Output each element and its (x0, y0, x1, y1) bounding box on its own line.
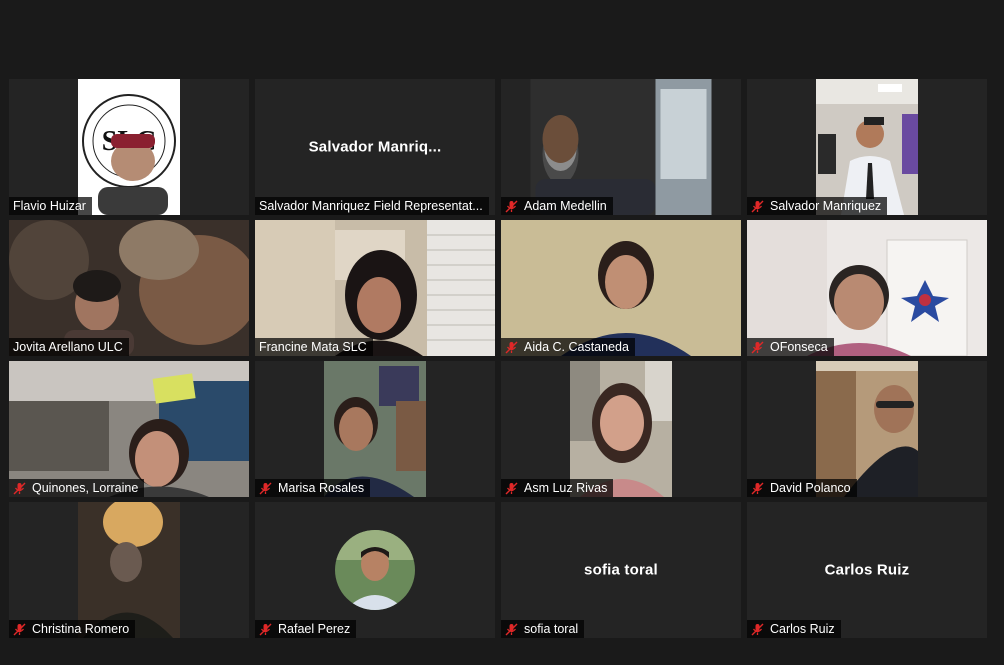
microphone-muted-icon (751, 200, 764, 212)
gallery-grid: SLC Flavio Huizar Salvador Manriq... Sal… (9, 79, 987, 638)
participant-tile[interactable]: Francine Mata SLC (255, 220, 495, 356)
participant-center-label: Carlos Ruiz (824, 561, 910, 579)
microphone-muted-icon (259, 482, 272, 494)
participant-name-tag: Jovita Arellano ULC (9, 338, 129, 356)
participant-name-tag: Marisa Rosales (255, 479, 371, 497)
microphone-muted-icon (505, 482, 518, 494)
participant-video (747, 220, 987, 356)
participant-name-tag: Salvador Manriquez Field Representat... (255, 197, 489, 215)
participant-name: Jovita Arellano ULC (13, 340, 123, 354)
participant-name: OFonseca (770, 340, 828, 354)
microphone-muted-icon (751, 623, 764, 635)
participant-tile[interactable]: Quinones, Lorraine (9, 361, 249, 497)
participant-name-tag: Christina Romero (9, 620, 136, 638)
microphone-muted-icon (259, 623, 272, 635)
participant-tile[interactable]: David Polanco (747, 361, 987, 497)
participant-name: David Polanco (770, 481, 851, 495)
participant-tile[interactable]: Aida C. Castaneda (501, 220, 741, 356)
microphone-muted-icon (13, 482, 26, 494)
participant-name: Adam Medellin (524, 199, 607, 213)
participant-name-tag: Francine Mata SLC (255, 338, 373, 356)
participant-tile[interactable]: Salvador Manriq... Salvador Manriquez Fi… (255, 79, 495, 215)
participant-tile[interactable]: Carlos Ruiz Carlos Ruiz (747, 502, 987, 638)
participant-center-label: Salvador Manriq... (308, 138, 442, 156)
participant-name: sofia toral (524, 622, 579, 636)
participant-name-tag: David Polanco (747, 479, 857, 497)
microphone-muted-icon (505, 341, 518, 353)
microphone-muted-icon (505, 623, 518, 635)
participant-name: Christina Romero (32, 622, 130, 636)
participant-video (816, 79, 918, 215)
participant-name-tag: Aida C. Castaneda (501, 338, 635, 356)
participant-video (255, 220, 495, 356)
participant-name-tag: Quinones, Lorraine (9, 479, 145, 497)
participant-tile[interactable]: sofia toral sofia toral (501, 502, 741, 638)
participant-name-tag: Carlos Ruiz (747, 620, 841, 638)
participant-tile[interactable]: Adam Medellin (501, 79, 741, 215)
participant-name-tag: OFonseca (747, 338, 834, 356)
avatar (335, 530, 415, 610)
participant-name-tag: Salvador Manriquez (747, 197, 888, 215)
microphone-muted-icon (13, 623, 26, 635)
participant-name: Asm Luz Rivas (524, 481, 608, 495)
participant-name: Salvador Manriquez Field Representat... (259, 199, 483, 213)
participant-video (78, 502, 180, 638)
participant-video: SLC (78, 79, 180, 215)
participant-video (501, 220, 741, 356)
participant-tile[interactable]: Rafael Perez (255, 502, 495, 638)
participant-video (530, 79, 712, 215)
participant-name: Carlos Ruiz (770, 622, 835, 636)
microphone-muted-icon (751, 482, 764, 494)
participant-tile-active-speaker[interactable]: Jovita Arellano ULC (9, 220, 249, 356)
participant-tile[interactable]: SLC Flavio Huizar (9, 79, 249, 215)
participant-video (570, 361, 672, 497)
participant-video (324, 361, 426, 497)
participant-video (816, 361, 918, 497)
participant-name-tag: sofia toral (501, 620, 585, 638)
microphone-muted-icon (505, 200, 518, 212)
participant-name-tag: Adam Medellin (501, 197, 613, 215)
participant-tile[interactable]: Salvador Manriquez (747, 79, 987, 215)
participant-name-tag: Rafael Perez (255, 620, 357, 638)
participant-tile[interactable]: Marisa Rosales (255, 361, 495, 497)
participant-tile[interactable]: Asm Luz Rivas (501, 361, 741, 497)
participant-name: Rafael Perez (278, 622, 351, 636)
participant-tile[interactable]: Christina Romero (9, 502, 249, 638)
participant-center-label: sofia toral (584, 561, 658, 579)
participant-name: Salvador Manriquez (770, 199, 882, 213)
participant-video (9, 361, 249, 497)
participant-tile[interactable]: OFonseca (747, 220, 987, 356)
participant-name: Marisa Rosales (278, 481, 365, 495)
participant-name-tag: Asm Luz Rivas (501, 479, 614, 497)
microphone-muted-icon (751, 341, 764, 353)
participant-name: Aida C. Castaneda (524, 340, 629, 354)
participant-video (9, 220, 249, 356)
participant-name-tag: Flavio Huizar (9, 197, 92, 215)
participant-name: Francine Mata SLC (259, 340, 367, 354)
participant-name: Quinones, Lorraine (32, 481, 139, 495)
participant-name: Flavio Huizar (13, 199, 86, 213)
